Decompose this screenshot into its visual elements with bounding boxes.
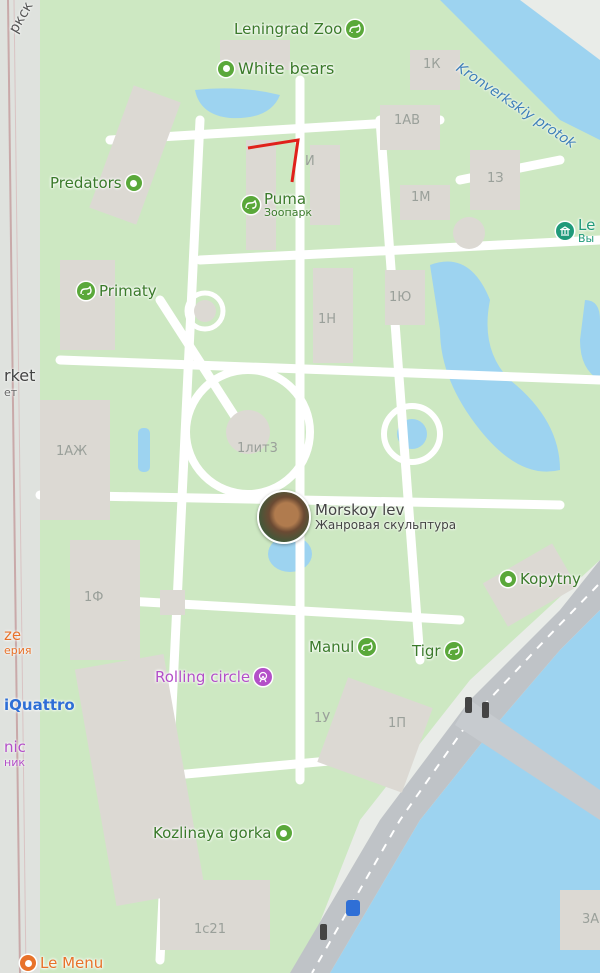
poi-kopytny-label: Kopytny [520, 570, 581, 588]
zoo-icon [77, 282, 95, 300]
zoo-icon [444, 642, 463, 660]
poi-kozlinaya-gorka[interactable]: Kozlinaya gorka [153, 824, 292, 842]
building-1z: 1З [487, 171, 504, 186]
poi-kopytny[interactable]: Kopytny [500, 570, 581, 588]
poi-primaty[interactable]: Primaty [77, 282, 157, 300]
building-1lit3: 1лит3 [237, 441, 278, 456]
building-1k: 1К [423, 57, 441, 72]
building-1n: 1Н [318, 312, 337, 327]
ferris-wheel-icon [254, 668, 273, 686]
museum-icon [556, 222, 574, 240]
building-1ab: 1АВ [394, 113, 421, 128]
poi-kozlinaya-gorka-label: Kozlinaya gorka [153, 824, 272, 842]
building-1azh: 1АЖ [56, 444, 88, 459]
poi-rolling-circle[interactable]: Rolling circle [155, 668, 273, 686]
nic-sublabel: ник [4, 756, 25, 769]
market-label[interactable]: rket [4, 366, 35, 385]
poi-le-menu[interactable]: Le Menu [20, 954, 103, 972]
poi-rolling-circle-label: Rolling circle [155, 668, 251, 686]
map-base-layer [0, 0, 600, 973]
building-1u: 1У [314, 711, 331, 726]
poi-manul-label: Manul [309, 638, 355, 656]
poi-tigr-label: Tigr [412, 642, 441, 660]
building-1m: 1М [411, 190, 431, 205]
map-viewport[interactable]: Kronverkskiy protok ркск rket ет ze ерия… [0, 0, 600, 973]
poi-le-menu-label: Le Menu [40, 954, 104, 972]
poi-leningrad-zoo-label: Leningrad Zoo [234, 20, 343, 38]
morskoy-lev-photo [257, 490, 311, 544]
poi-puma-sublabel: Зоопарк [264, 206, 313, 219]
building-i: И [305, 154, 315, 169]
poi-le-right-label: Le [578, 216, 596, 234]
building-1s21: 1с21 [194, 922, 226, 937]
place-icon [218, 60, 234, 77]
poi-puma-label: Puma [264, 190, 307, 208]
poi-white-bears[interactable]: White bears [218, 59, 334, 78]
building-3a: 3А [582, 912, 600, 927]
poi-predators[interactable]: Predators [50, 174, 142, 192]
poi-leningrad-zoo[interactable]: Leningrad Zoo [234, 20, 365, 38]
poi-white-bears-label: White bears [238, 59, 335, 78]
poi-predators-label: Predators [50, 174, 122, 192]
poi-puma[interactable]: Puma Зоопарк [242, 192, 312, 218]
market-sublabel: ет [4, 386, 18, 399]
poi-primaty-label: Primaty [99, 282, 157, 300]
nic-label[interactable]: nic [4, 738, 26, 756]
place-icon [275, 825, 292, 841]
poi-le-right[interactable]: Le Вы [556, 218, 595, 244]
building-1f: 1Ф [84, 590, 104, 605]
zoo-icon [346, 20, 365, 38]
poi-tigr[interactable]: Tigr [412, 642, 463, 660]
restaurant-icon [20, 955, 36, 971]
building-1yu: 1Ю [389, 290, 412, 305]
poi-morskoy-lev-label: Morskoy lev [315, 500, 405, 519]
poi-morskoy-lev[interactable]: Morskoy lev Жанровая скульптура [257, 490, 456, 544]
zoo-icon [242, 196, 260, 214]
zoo-icon [358, 638, 377, 656]
ze-label[interactable]: ze [4, 626, 21, 644]
place-icon [125, 175, 142, 191]
building-1p: 1П [388, 716, 407, 731]
poi-le-right-sublabel: Вы [578, 232, 595, 245]
quattro-label[interactable]: iQuattro [4, 696, 75, 714]
ze-sublabel: ерия [4, 644, 32, 657]
place-icon [500, 571, 516, 587]
poi-morskoy-lev-sublabel: Жанровая скульптура [315, 517, 457, 532]
poi-manul[interactable]: Manul [309, 638, 377, 656]
